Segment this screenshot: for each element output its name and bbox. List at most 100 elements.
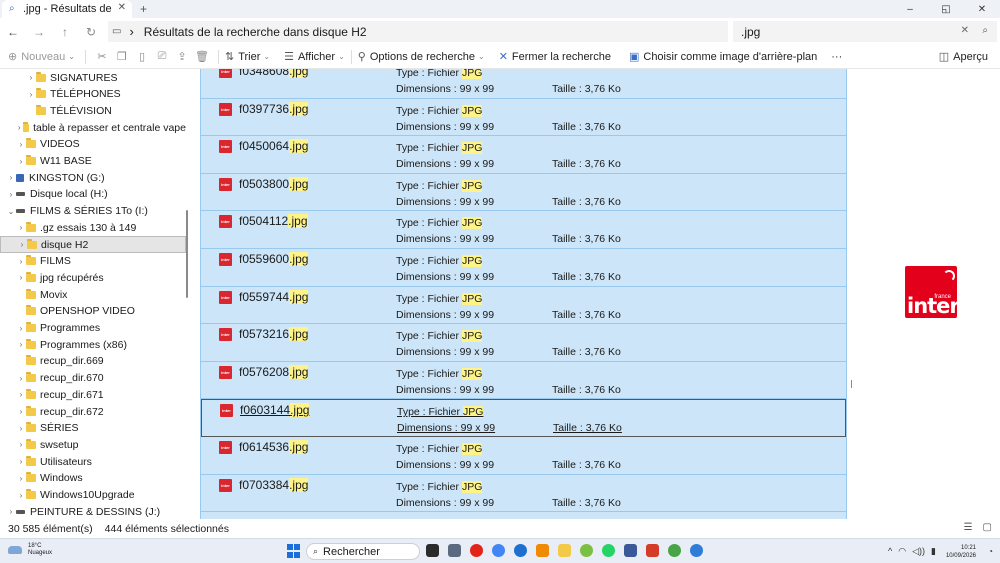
chevron-right-icon[interactable]: › (16, 474, 26, 483)
paste-icon[interactable]: ▯ (132, 50, 152, 63)
chevron-right-icon[interactable]: › (17, 240, 27, 249)
result-row[interactable]: inter f0603144.jpg Type : Fichier JPG Dimen… (201, 399, 846, 437)
wifi-icon[interactable]: ◠ (898, 546, 906, 557)
sidebar-item[interactable]: › PEINTURE & DESSINS (J:) (0, 503, 186, 519)
chevron-right-icon[interactable]: › (129, 24, 133, 39)
chevron-right-icon[interactable]: › (16, 374, 26, 383)
rename-icon[interactable]: ⎚ (152, 50, 172, 63)
file-name[interactable]: f0559600.jpg (239, 252, 309, 266)
result-row[interactable]: inter f0576208.jpg Type : Fichier JPG Dimen… (201, 361, 846, 400)
chevron-right-icon[interactable]: › (16, 491, 26, 500)
preview-pane-button[interactable]: ◫ Aperçu (939, 50, 988, 64)
result-row[interactable]: inter f0559600.jpg Type : Fichier JPG Dimen… (201, 249, 846, 287)
search-input[interactable]: .jpg ✕ ⌕ (733, 21, 997, 42)
chevron-right-icon[interactable]: › (26, 73, 36, 82)
notification-icon[interactable]: ◔ (988, 547, 993, 556)
tiles-view-icon[interactable]: ▢ (983, 522, 992, 533)
skype-icon[interactable] (690, 544, 703, 557)
set-background-button[interactable]: ▣ Choisir comme image d'arrière-plan (629, 50, 817, 64)
vlc-icon[interactable] (536, 544, 549, 557)
file-name[interactable]: f0397736.jpg (239, 101, 309, 116)
result-row[interactable]: inter f0614536.jpg Type : Fichier JPG Dimen… (201, 437, 846, 475)
maximize-button[interactable]: ◱ (928, 0, 964, 18)
sidebar-scrollbar[interactable] (186, 210, 188, 298)
back-arrow-icon[interactable]: ← (0, 25, 26, 39)
chevron-right-icon[interactable]: › (16, 123, 23, 132)
volume-icon[interactable]: ◁)) (912, 546, 925, 557)
sidebar-item[interactable]: › recup_dir.671 (0, 386, 186, 403)
new-tab-button[interactable]: + (140, 2, 147, 16)
chevron-right-icon[interactable]: › (16, 440, 26, 449)
chevron-right-icon[interactable]: › (6, 173, 16, 182)
result-row[interactable]: inter f0450064.jpg Type : Fichier JPG Dimen… (201, 136, 846, 174)
file-explorer-icon[interactable] (558, 544, 571, 557)
chevron-right-icon[interactable]: › (16, 273, 26, 282)
sidebar-item[interactable]: Movix (0, 286, 186, 303)
sidebar-item[interactable]: › disque H2 (0, 236, 186, 253)
view-button[interactable]: ☰ Afficher ⌄ (284, 50, 345, 64)
chevron-right-icon[interactable]: › (16, 324, 26, 333)
forward-arrow-icon[interactable]: → (26, 25, 52, 39)
sidebar-item[interactable]: › W11 BASE (0, 153, 186, 170)
sidebar-item[interactable]: › FILMS (0, 253, 186, 270)
chevron-right-icon[interactable]: › (16, 340, 26, 349)
file-name[interactable]: f0559744.jpg (239, 289, 309, 304)
more-options-button[interactable]: ··· (831, 51, 842, 63)
whatsapp-icon[interactable] (602, 544, 615, 557)
sidebar-item[interactable]: › KINGSTON (G:) (0, 169, 186, 186)
sidebar-item[interactable]: › .gz essais 130 à 149 (0, 219, 186, 236)
clear-search-icon[interactable]: ✕ (961, 25, 969, 36)
sidebar-item[interactable]: › recup_dir.670 (0, 370, 186, 387)
result-row[interactable]: inter f0503800.jpg Type : Fichier JPG Dimen… (201, 173, 846, 212)
chevron-right-icon[interactable]: › (26, 90, 36, 99)
chevron-right-icon[interactable]: › (16, 157, 26, 166)
sidebar-item[interactable]: › VIDEOS (0, 136, 186, 153)
sidebar-item[interactable]: › jpg récupérés (0, 269, 186, 286)
sidebar-item[interactable]: › Windows (0, 470, 186, 487)
chevron-right-icon[interactable]: › (16, 457, 26, 466)
weather-widget[interactable]: 18°C Nuageux (8, 543, 52, 557)
chevron-right-icon[interactable]: › (16, 223, 26, 232)
battery-icon[interactable]: ▮ (931, 546, 936, 557)
edge-icon[interactable] (514, 544, 527, 557)
chrome-icon[interactable] (492, 544, 505, 557)
copy-icon[interactable]: ❐ (112, 50, 132, 63)
refresh-icon[interactable]: ↻ (78, 25, 104, 39)
file-name[interactable]: f0573216.jpg (239, 327, 309, 342)
media-icon[interactable] (646, 544, 659, 557)
file-name[interactable]: f0614536.jpg (239, 440, 309, 454)
search-icon[interactable]: ⌕ (982, 25, 988, 36)
file-name[interactable]: f0348608.jpg (239, 69, 309, 78)
sidebar-item[interactable]: › Utilisateurs (0, 453, 186, 470)
chevron-right-icon[interactable]: › (16, 407, 26, 416)
app-icon[interactable] (580, 544, 593, 557)
sidebar-item[interactable]: › Windows10Upgrade (0, 487, 186, 504)
minimize-button[interactable]: – (892, 0, 928, 18)
close-search-button[interactable]: ✕ Fermer la recherche (499, 50, 611, 64)
chevron-right-icon[interactable]: › (16, 140, 26, 149)
new-button[interactable]: ⊕ Nouveau ⌄ (8, 50, 75, 64)
up-arrow-icon[interactable]: ↑ (52, 25, 78, 39)
sidebar-item[interactable]: › SIGNATURES (0, 69, 186, 86)
file-name[interactable]: f0703384.jpg (239, 477, 309, 492)
sidebar-item[interactable]: › table à repasser et centrale vape (0, 119, 186, 136)
chevron-right-icon[interactable]: › (16, 257, 26, 266)
sidebar-item[interactable]: ⌄ FILMS & SÉRIES 1To (I:) (0, 203, 186, 220)
sidebar-item[interactable]: › Disque local (H:) (0, 186, 186, 203)
sidebar-item[interactable]: › Programmes (0, 320, 186, 337)
close-tab-icon[interactable]: ✕ (118, 2, 126, 13)
address-bar[interactable]: ▭ › Résultats de la recherche dans disqu… (108, 21, 728, 42)
sidebar-item[interactable]: OPENSHOP VIDEO (0, 303, 186, 320)
sort-button[interactable]: ⇅ Trier ⌄ (225, 50, 270, 64)
result-row[interactable]: inter f0397736.jpg Type : Fichier JPG Dimen… (201, 98, 846, 137)
chevron-down-icon[interactable]: ⌄ (6, 207, 16, 216)
file-name[interactable]: f0603144.jpg (240, 403, 310, 418)
clock[interactable]: 10:21 10/09/2026 (946, 544, 976, 560)
windows-start-icon[interactable] (287, 544, 301, 558)
sidebar-item[interactable]: › SÉRIES (0, 420, 186, 437)
search-options-button[interactable]: ⚲ Options de recherche ⌄ (358, 50, 485, 64)
sidebar-item[interactable]: › Programmes (x86) (0, 336, 186, 353)
file-name[interactable]: f0503800.jpg (239, 176, 309, 191)
calculator-icon[interactable] (448, 544, 461, 557)
sidebar-item[interactable]: › TÉLÉPHONES (0, 86, 186, 103)
